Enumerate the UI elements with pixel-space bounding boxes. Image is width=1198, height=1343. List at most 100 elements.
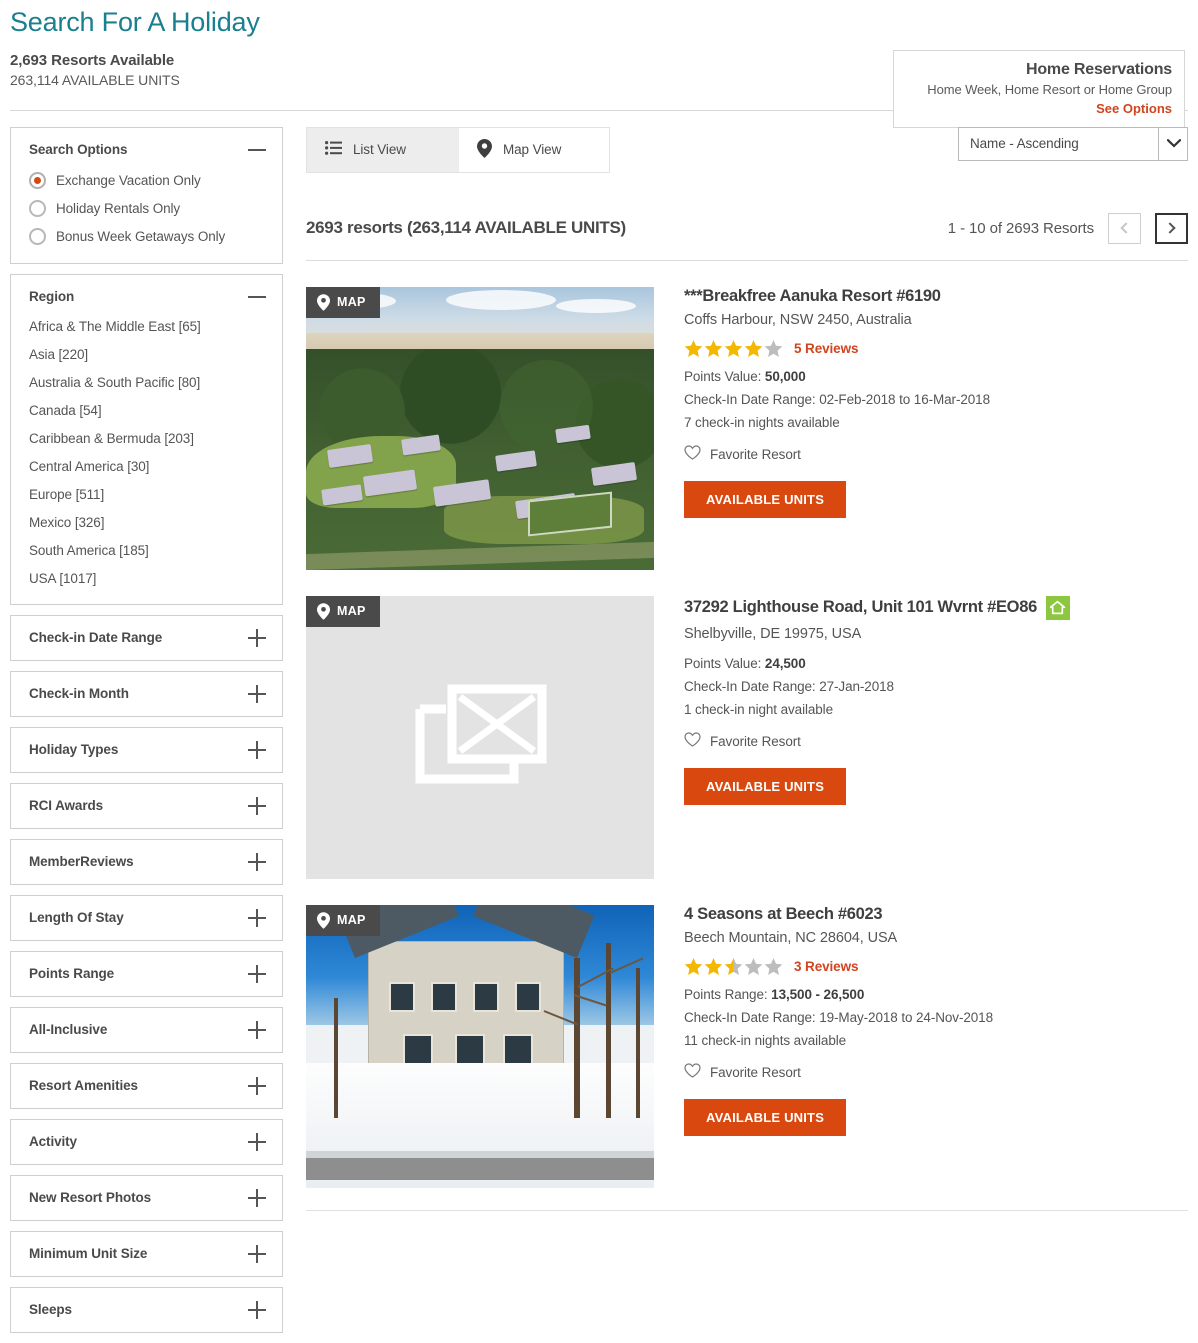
plus-icon[interactable] [248,1132,266,1151]
results-count: 2693 resorts (263,114 AVAILABLE UNITS) [306,218,626,238]
reviews-link[interactable]: 3 Reviews [794,959,859,974]
region-item[interactable]: Central America [30] [29,459,264,474]
heart-icon [684,1063,701,1083]
tab-map-view[interactable]: Map View [459,127,609,172]
resort-info: 4 Seasons at Beech #6023 Beech Mountain,… [684,905,1188,1188]
minus-icon[interactable] [248,141,266,159]
region-count: [30] [127,458,150,474]
rating-row: 5 Reviews [684,339,1188,358]
plus-icon[interactable] [248,1188,266,1207]
map-badge-label: MAP [337,913,366,928]
search-options-header[interactable]: Search Options [11,128,282,172]
map-badge-button[interactable]: MAP [306,286,380,318]
points-label: Points Range: [684,986,768,1002]
favorite-resort-label: Favorite Resort [710,734,801,750]
region-name: Central America [29,458,124,474]
region-header[interactable]: Region [11,275,282,319]
search-option-0[interactable]: Exchange Vacation Only [29,171,264,189]
see-options-link[interactable]: See Options [906,101,1172,116]
tab-list-view[interactable]: List View [307,127,459,172]
favorite-resort-toggle[interactable]: Favorite Resort [684,445,1188,465]
filter-panel-header[interactable]: Length Of Stay [11,896,282,940]
region-item[interactable]: South America [185] [29,543,264,558]
radio-button[interactable] [29,199,46,217]
filter-panel-header[interactable]: New Resort Photos [11,1176,282,1220]
filter-panel-title: Points Range [29,966,115,982]
star-rating [684,957,783,976]
resort-name[interactable]: ***Breakfree Aanuka Resort #6190 [684,287,1188,306]
filter-panel-header[interactable]: Minimum Unit Size [11,1232,282,1276]
resort-card: MAP [306,286,1188,570]
points-label: Points Value: [684,368,762,384]
radio-button[interactable] [29,227,46,245]
filter-panel-header[interactable]: RCI Awards [11,784,282,828]
plus-icon[interactable] [248,628,266,647]
filter-panel: New Resort Photos [10,1174,283,1221]
filter-panel-header[interactable]: Check-in Month [11,672,282,716]
region-item[interactable]: Mexico [326] [29,515,264,530]
resort-photo[interactable]: MAP [306,904,654,1188]
radio-button[interactable] [29,171,46,189]
region-item[interactable]: Caribbean & Bermuda [203] [29,431,264,446]
available-units-button[interactable]: AVAILABLE UNITS [684,480,847,518]
resort-photo[interactable]: MAP [306,286,654,570]
filter-panel-header[interactable]: Sleeps [11,1288,282,1332]
available-units-button[interactable]: AVAILABLE UNITS [684,1098,847,1136]
results-summary-row: 2693 resorts (263,114 AVAILABLE UNITS) 1… [306,212,1188,261]
plus-icon[interactable] [248,684,266,703]
favorite-resort-toggle[interactable]: Favorite Resort [684,1063,1188,1083]
plus-icon[interactable] [248,1020,266,1039]
reviews-link[interactable]: 5 Reviews [794,341,859,356]
plus-icon[interactable] [248,1300,266,1319]
star-icon [704,957,723,975]
region-item[interactable]: Asia [220] [29,347,264,362]
region-item[interactable]: Europe [511] [29,487,264,502]
region-item[interactable]: USA [1017] [29,571,264,586]
rating-row: 3 Reviews [684,957,1188,976]
search-option-label: Bonus Week Getaways Only [56,228,226,244]
resort-name[interactable]: 4 Seasons at Beech #6023 [684,905,1188,924]
map-badge-button[interactable]: MAP [306,595,380,627]
star-rating [684,339,783,358]
filter-panel-header[interactable]: Holiday Types [11,728,282,772]
star-icon [684,339,703,357]
plus-icon[interactable] [248,740,266,759]
filter-panel-header[interactable]: Points Range [11,952,282,996]
resort-photo[interactable]: MAP [306,595,654,879]
map-badge-button[interactable]: MAP [306,904,380,936]
region-name: Canada [29,402,76,418]
filter-panel-header[interactable]: Check-in Date Range [11,616,282,660]
prev-page-button[interactable] [1108,212,1141,244]
filter-panel: Check-in Month [10,670,283,717]
region-item[interactable]: Africa & The Middle East [65] [29,319,264,334]
plus-icon[interactable] [248,852,266,871]
plus-icon[interactable] [248,1244,266,1263]
map-pin-icon [317,293,330,311]
filter-panel-header[interactable]: MemberReviews [11,840,282,884]
favorite-resort-label: Favorite Resort [710,447,801,463]
nights-line: 11 check-in nights available [684,1032,847,1048]
search-option-2[interactable]: Bonus Week Getaways Only [29,227,264,245]
region-item[interactable]: Australia & South Pacific [80] [29,375,264,390]
plus-icon[interactable] [248,908,266,927]
filter-panel-header[interactable]: Activity [11,1120,282,1164]
filter-panel-header[interactable]: Resort Amenities [11,1064,282,1108]
plus-icon[interactable] [248,796,266,815]
map-pin-icon [317,911,330,929]
region-count: [80] [177,374,201,390]
region-item[interactable]: Canada [54] [29,403,264,418]
filter-panel-header[interactable]: All-Inclusive [11,1008,282,1052]
available-units-button[interactable]: AVAILABLE UNITS [684,767,847,805]
next-page-button[interactable] [1155,212,1188,244]
sort-select[interactable]: Name - AscendingName - Descending [958,126,1188,161]
plus-icon[interactable] [248,964,266,983]
plus-icon[interactable] [248,1076,266,1095]
resort-name[interactable]: 37292 Lighthouse Road, Unit 101 Wvrnt #E… [684,595,1188,620]
list-icon [325,141,342,158]
minus-icon[interactable] [248,288,266,306]
star-icon [724,339,743,357]
favorite-resort-toggle[interactable]: Favorite Resort [684,732,1188,752]
search-option-1[interactable]: Holiday Rentals Only [29,199,264,217]
page-title: Search For A Holiday [10,7,260,37]
home-reservations-panel[interactable]: Home Reservations Home Week, Home Resort… [893,50,1185,128]
